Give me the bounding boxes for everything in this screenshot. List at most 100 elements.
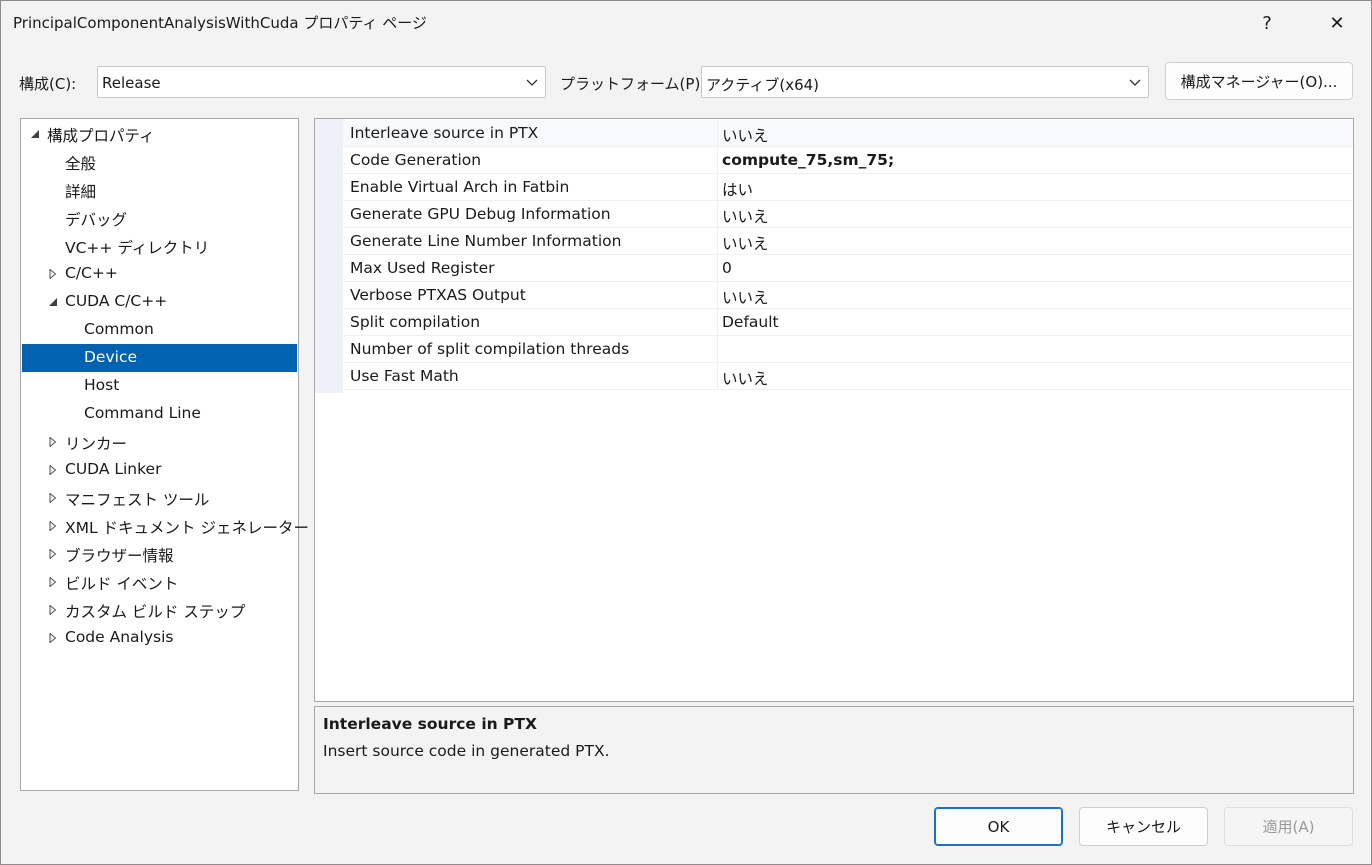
configuration-combo[interactable]: Release bbox=[97, 66, 546, 98]
tree-item[interactable]: リンカー bbox=[22, 428, 297, 456]
property-row[interactable]: Generate GPU Debug Information いいえ bbox=[343, 201, 1353, 228]
chevron-down-icon bbox=[526, 79, 538, 86]
property-value[interactable]: いいえ bbox=[722, 367, 769, 389]
chevron-down-icon bbox=[1129, 79, 1141, 86]
tree-item-label: 全般 bbox=[65, 155, 97, 173]
platform-combo[interactable]: アクティブ(x64) bbox=[701, 66, 1149, 98]
tree-item[interactable]: VC++ ディレクトリ bbox=[22, 232, 297, 260]
property-value[interactable]: 0 bbox=[722, 259, 732, 277]
tree-item[interactable]: CUDA Linker bbox=[22, 456, 297, 484]
tree-item-label: Command Line bbox=[84, 404, 201, 422]
description-panel: Interleave source in PTX Insert source c… bbox=[314, 706, 1354, 794]
collapsed-arrow-icon[interactable] bbox=[48, 493, 58, 503]
tree-item[interactable]: カスタム ビルド ステップ bbox=[22, 596, 297, 624]
property-value[interactable]: Default bbox=[722, 313, 779, 331]
window-title: PrincipalComponentAnalysisWithCuda プロパティ… bbox=[13, 14, 427, 32]
collapsed-arrow-icon[interactable] bbox=[48, 605, 58, 615]
tree-item[interactable]: デバッグ bbox=[22, 204, 297, 232]
platform-label: プラットフォーム(P): bbox=[560, 75, 706, 93]
column-separator bbox=[717, 282, 718, 308]
tree-item[interactable]: XML ドキュメント ジェネレーター bbox=[22, 512, 309, 540]
property-value[interactable]: いいえ bbox=[722, 232, 769, 254]
column-separator bbox=[717, 174, 718, 200]
property-value[interactable]: compute_75,sm_75; bbox=[722, 151, 894, 169]
title-bar: PrincipalComponentAnalysisWithCuda プロパティ… bbox=[1, 1, 1371, 45]
tree-item-label: カスタム ビルド ステップ bbox=[65, 603, 246, 621]
property-name: Number of split compilation threads bbox=[350, 340, 630, 358]
tree-item[interactable]: CUDA C/C++ bbox=[22, 288, 297, 316]
tree-item-label: CUDA C/C++ bbox=[65, 292, 168, 310]
column-separator bbox=[717, 147, 718, 173]
column-separator bbox=[717, 228, 718, 254]
ok-button[interactable]: OK bbox=[934, 807, 1063, 846]
property-row[interactable]: Number of split compilation threads bbox=[343, 336, 1353, 363]
expanded-arrow-icon[interactable] bbox=[48, 297, 58, 307]
property-value[interactable]: いいえ bbox=[722, 286, 769, 308]
property-row[interactable]: Code Generation compute_75,sm_75; bbox=[343, 147, 1353, 174]
tree-item[interactable]: 構成プロパティ bbox=[22, 120, 297, 148]
tree-item[interactable]: Host bbox=[22, 372, 297, 400]
property-name: Generate GPU Debug Information bbox=[350, 205, 611, 223]
collapsed-arrow-icon[interactable] bbox=[48, 465, 58, 475]
tree-item-label: デバッグ bbox=[65, 211, 128, 229]
tree-item-label: 詳細 bbox=[65, 183, 97, 201]
description-text: Insert source code in generated PTX. bbox=[323, 742, 610, 760]
column-separator bbox=[717, 363, 718, 389]
tree-item[interactable]: ブラウザー情報 bbox=[22, 540, 297, 568]
description-title: Interleave source in PTX bbox=[323, 715, 537, 733]
tree-item[interactable]: Device bbox=[22, 344, 297, 372]
collapsed-arrow-icon[interactable] bbox=[48, 437, 58, 447]
tree-item[interactable]: Command Line bbox=[22, 400, 297, 428]
column-separator bbox=[717, 201, 718, 227]
tree-item[interactable]: 詳細 bbox=[22, 176, 297, 204]
tree-item[interactable]: Code Analysis bbox=[22, 624, 297, 652]
property-pages-dialog: PrincipalComponentAnalysisWithCuda プロパティ… bbox=[0, 0, 1372, 865]
property-name: Verbose PTXAS Output bbox=[350, 286, 526, 304]
tree-item-label: XML ドキュメント ジェネレーター bbox=[65, 519, 309, 537]
tree-item-label: ビルド イベント bbox=[65, 575, 179, 593]
property-tree: 構成プロパティ全般詳細デバッグ VC++ ディレクトリ C/C++ CUDA C/C+… bbox=[20, 118, 309, 791]
configuration-manager-button[interactable]: 構成マネージャー(O)... bbox=[1165, 62, 1353, 100]
configuration-value: Release bbox=[102, 74, 161, 92]
property-name: Enable Virtual Arch in Fatbin bbox=[350, 178, 570, 196]
collapsed-arrow-icon[interactable] bbox=[48, 521, 58, 531]
tree-item[interactable]: ビルド イベント bbox=[22, 568, 297, 596]
collapsed-arrow-icon[interactable] bbox=[48, 269, 58, 279]
property-value[interactable]: いいえ bbox=[722, 124, 769, 146]
tree-item[interactable]: C/C++ bbox=[22, 260, 297, 288]
property-row[interactable]: Split compilation Default bbox=[343, 309, 1353, 336]
close-button[interactable]: ✕ bbox=[1307, 1, 1367, 45]
property-row[interactable]: Verbose PTXAS Output いいえ bbox=[343, 282, 1353, 309]
ok-label: OK bbox=[987, 817, 1010, 836]
column-separator bbox=[717, 309, 718, 335]
tree-item-label: リンカー bbox=[65, 435, 128, 453]
tree-item[interactable]: マニフェスト ツール bbox=[22, 484, 297, 512]
collapsed-arrow-icon[interactable] bbox=[48, 633, 58, 643]
tree-item-label: ブラウザー情報 bbox=[65, 547, 174, 565]
tree-item-label: Device bbox=[84, 348, 138, 366]
property-row[interactable]: Max Used Register 0 bbox=[343, 255, 1353, 282]
property-row[interactable]: Interleave source in PTX いいえ bbox=[343, 120, 1353, 147]
apply-button[interactable]: 適用(A) bbox=[1224, 807, 1353, 846]
help-button[interactable]: ? bbox=[1237, 1, 1297, 45]
tree-item-label: 構成プロパティ bbox=[47, 127, 155, 145]
tree-item-label: Code Analysis bbox=[65, 628, 174, 646]
column-separator bbox=[717, 120, 718, 146]
property-value[interactable]: いいえ bbox=[722, 205, 769, 227]
tree-item-label: マニフェスト ツール bbox=[65, 491, 210, 509]
property-row[interactable]: Generate Line Number Information いいえ bbox=[343, 228, 1353, 255]
expanded-arrow-icon[interactable] bbox=[30, 129, 40, 139]
property-value[interactable]: はい bbox=[722, 178, 753, 200]
property-row[interactable]: Enable Virtual Arch in Fatbin はい bbox=[343, 174, 1353, 201]
tree-item[interactable]: Common bbox=[22, 316, 297, 344]
apply-label: 適用(A) bbox=[1262, 818, 1315, 836]
property-name: Split compilation bbox=[350, 313, 481, 331]
property-row[interactable]: Use Fast Math いいえ bbox=[343, 363, 1353, 390]
property-name: Interleave source in PTX bbox=[350, 124, 539, 142]
cancel-button[interactable]: キャンセル bbox=[1079, 807, 1208, 846]
tree-item[interactable]: 全般 bbox=[22, 148, 297, 176]
tree-item-label: C/C++ bbox=[65, 264, 118, 282]
collapsed-arrow-icon[interactable] bbox=[48, 577, 58, 587]
property-name: Generate Line Number Information bbox=[350, 232, 622, 250]
collapsed-arrow-icon[interactable] bbox=[48, 549, 58, 559]
